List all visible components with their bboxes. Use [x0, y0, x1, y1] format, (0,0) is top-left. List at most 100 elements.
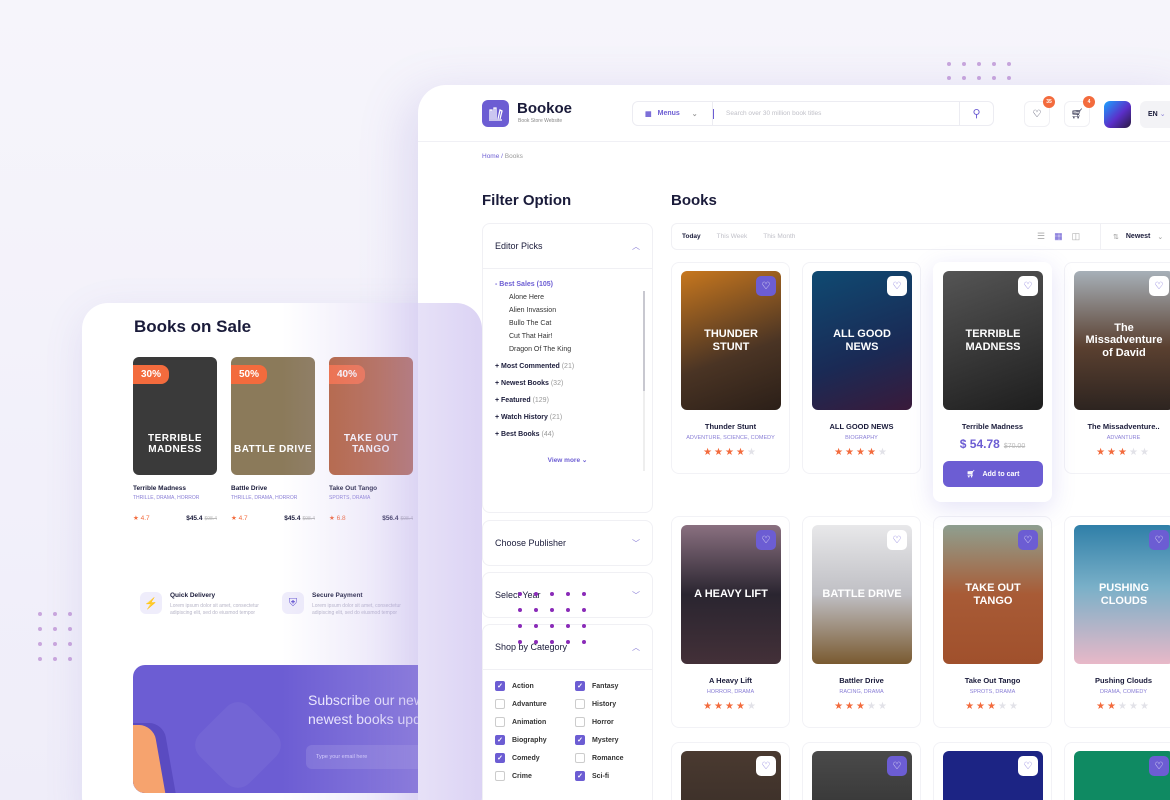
- editor-pick-item[interactable]: Cut That Hair!: [509, 333, 640, 340]
- editor-pick-group[interactable]: + Most Commented (21): [495, 363, 640, 370]
- checkbox[interactable]: [575, 753, 585, 763]
- editor-pick-selected[interactable]: - Best Sales (105): [495, 281, 640, 288]
- book-card[interactable]: ALL GOOD NEWS♡ALL GOOD NEWSBiography★★★★…: [802, 262, 921, 474]
- book-card[interactable]: The Missadventure of David♡ The Missadven…: [1064, 262, 1170, 474]
- category-checkbox[interactable]: ✓Fantasy: [575, 681, 655, 691]
- book-card[interactable]: Emily and the♡: [1064, 742, 1170, 800]
- book-title[interactable]: ALL GOOD NEWS: [812, 422, 911, 431]
- view-more-link[interactable]: View more ⌄: [495, 438, 640, 476]
- checkbox[interactable]: ✓: [495, 735, 505, 745]
- book-cover[interactable]: BATTLE DRIVE♡: [812, 525, 912, 664]
- favorite-heart-icon[interactable]: ♡: [1018, 276, 1038, 296]
- book-cover[interactable]: THUNDER STUNT♡: [681, 271, 781, 410]
- brand-name[interactable]: Bookoe: [517, 100, 572, 117]
- cart-button[interactable]: 🛒︎4: [1064, 101, 1090, 127]
- book-cover[interactable]: ALL GOOD NEWS♡: [812, 271, 912, 410]
- sale-item[interactable]: 30%TERRIBLE MADNESSTerrible MadnessTHRIL…: [133, 357, 217, 522]
- list-view-icon[interactable]: ☰: [1037, 231, 1045, 242]
- search-input[interactable]: Search over 30 million book titles: [713, 109, 959, 119]
- logo-icon[interactable]: [482, 100, 509, 127]
- checkbox[interactable]: [575, 699, 585, 709]
- book-title[interactable]: Terrible Madness: [943, 422, 1042, 431]
- book-card[interactable]: Such a Fun♡: [933, 742, 1052, 800]
- category-checkbox[interactable]: Advanture: [495, 699, 575, 709]
- book-title[interactable]: Battler Drive: [812, 676, 911, 685]
- favorite-heart-icon[interactable]: ♡: [887, 530, 907, 550]
- checkbox[interactable]: ✓: [575, 735, 585, 745]
- tab-this-month[interactable]: This Month: [763, 233, 795, 240]
- avatar[interactable]: [1104, 101, 1131, 128]
- tab-this-week[interactable]: This Week: [717, 233, 748, 240]
- book-card[interactable]: PUSHING CLOUDS♡Pushing CloudsDrama, Come…: [1064, 516, 1170, 728]
- favorite-heart-icon[interactable]: ♡: [756, 756, 776, 776]
- book-title[interactable]: A Heavy Lift: [681, 676, 780, 685]
- book-title[interactable]: Thunder Stunt: [681, 422, 780, 431]
- category-checkbox[interactable]: ✓Comedy: [495, 753, 575, 763]
- category-checkbox[interactable]: Animation: [495, 717, 575, 727]
- checkbox[interactable]: ✓: [575, 681, 585, 691]
- favorite-heart-icon[interactable]: ♡: [1149, 756, 1169, 776]
- book-cover[interactable]: ♡: [812, 751, 912, 800]
- wishlist-button[interactable]: ♡35: [1024, 101, 1050, 127]
- editor-pick-group[interactable]: + Watch History (21): [495, 414, 640, 421]
- editor-pick-item[interactable]: Alone Here: [509, 294, 640, 301]
- book-card[interactable]: TAKE OUT TANGO♡Take Out TangoSprots, Dra…: [933, 516, 1052, 728]
- editor-pick-group[interactable]: + Newest Books (32): [495, 380, 640, 387]
- breadcrumb-home[interactable]: Home /: [482, 153, 503, 160]
- book-title[interactable]: The Missadventure..: [1074, 422, 1170, 431]
- favorite-heart-icon[interactable]: ♡: [756, 276, 776, 296]
- layout-view-icon[interactable]: ◫: [1072, 231, 1081, 242]
- editor-pick-group[interactable]: + Best Books (44): [495, 431, 640, 438]
- checkbox[interactable]: ✓: [495, 681, 505, 691]
- favorite-heart-icon[interactable]: ♡: [756, 530, 776, 550]
- scrollbar[interactable]: [643, 291, 645, 471]
- category-checkbox[interactable]: ✓Action: [495, 681, 575, 691]
- category-checkbox[interactable]: Horror: [575, 717, 655, 727]
- book-cover[interactable]: Such a Fun♡: [943, 751, 1043, 800]
- checkbox[interactable]: ✓: [575, 771, 585, 781]
- editor-pick-group[interactable]: + Featured (129): [495, 397, 640, 404]
- favorite-heart-icon[interactable]: ♡: [887, 276, 907, 296]
- favorite-heart-icon[interactable]: ♡: [1149, 530, 1169, 550]
- sale-item[interactable]: 50%BATTLE DRIVEBattle DriveTHRILLE, DRAM…: [231, 357, 315, 522]
- sort-dropdown[interactable]: ⇅Newest⌄: [1100, 224, 1163, 249]
- search-button[interactable]: ⚲: [959, 102, 993, 125]
- editor-pick-item[interactable]: Dragon Of The King: [509, 346, 640, 353]
- tab-today[interactable]: Today: [682, 233, 701, 240]
- book-title[interactable]: Pushing Clouds: [1074, 676, 1170, 685]
- checkbox[interactable]: [495, 699, 505, 709]
- category-checkbox[interactable]: ✓Mystery: [575, 735, 655, 745]
- favorite-heart-icon[interactable]: ♡: [887, 756, 907, 776]
- book-card[interactable]: ♡: [671, 742, 790, 800]
- menus-dropdown[interactable]: ▦Menus⌄: [633, 102, 713, 125]
- book-cover[interactable]: ♡: [681, 751, 781, 800]
- book-card[interactable]: A HEAVY LIFT♡A Heavy LiftHorror, Drama★★…: [671, 516, 790, 728]
- favorite-heart-icon[interactable]: ♡: [1018, 530, 1038, 550]
- category-checkbox[interactable]: History: [575, 699, 655, 709]
- book-cover[interactable]: The Missadventure of David♡: [1074, 271, 1170, 410]
- checkbox[interactable]: ✓: [495, 753, 505, 763]
- checkbox[interactable]: [495, 771, 505, 781]
- editor-picks-header[interactable]: Editor Picks︿: [483, 224, 652, 268]
- editor-pick-item[interactable]: Bullo The Cat: [509, 320, 640, 327]
- add-to-cart-button[interactable]: 🛒︎Add to cart: [943, 461, 1043, 487]
- book-cover[interactable]: Emily and the♡: [1074, 751, 1170, 800]
- book-card[interactable]: TERRIBLE MADNESS♡Terrible Madness$ 54.78…: [933, 262, 1052, 502]
- book-cover[interactable]: PUSHING CLOUDS♡: [1074, 525, 1170, 664]
- book-cover[interactable]: TERRIBLE MADNESS♡: [943, 271, 1043, 410]
- book-cover[interactable]: TAKE OUT TANGO♡: [943, 525, 1043, 664]
- language-selector[interactable]: EN ⌄: [1140, 101, 1170, 128]
- category-checkbox[interactable]: ✓Sci-fi: [575, 771, 655, 781]
- sale-item[interactable]: 40%TAKE OUT TANGOTake Out TangoSPORTS, D…: [329, 357, 413, 522]
- checkbox[interactable]: [575, 717, 585, 727]
- category-checkbox[interactable]: ✓Biography: [495, 735, 575, 745]
- book-cover[interactable]: A HEAVY LIFT♡: [681, 525, 781, 664]
- book-card[interactable]: BATTLE DRIVE♡Battler DriveRacing, Drama★…: [802, 516, 921, 728]
- favorite-heart-icon[interactable]: ♡: [1018, 756, 1038, 776]
- book-card[interactable]: THUNDER STUNT♡Thunder StuntAdventure, Sc…: [671, 262, 790, 474]
- publisher-panel[interactable]: Choose Publisher﹀: [482, 520, 653, 566]
- book-title[interactable]: Take Out Tango: [943, 676, 1042, 685]
- category-checkbox[interactable]: Crime: [495, 771, 575, 781]
- editor-pick-item[interactable]: Alien Invassion: [509, 307, 640, 314]
- favorite-heart-icon[interactable]: ♡: [1149, 276, 1169, 296]
